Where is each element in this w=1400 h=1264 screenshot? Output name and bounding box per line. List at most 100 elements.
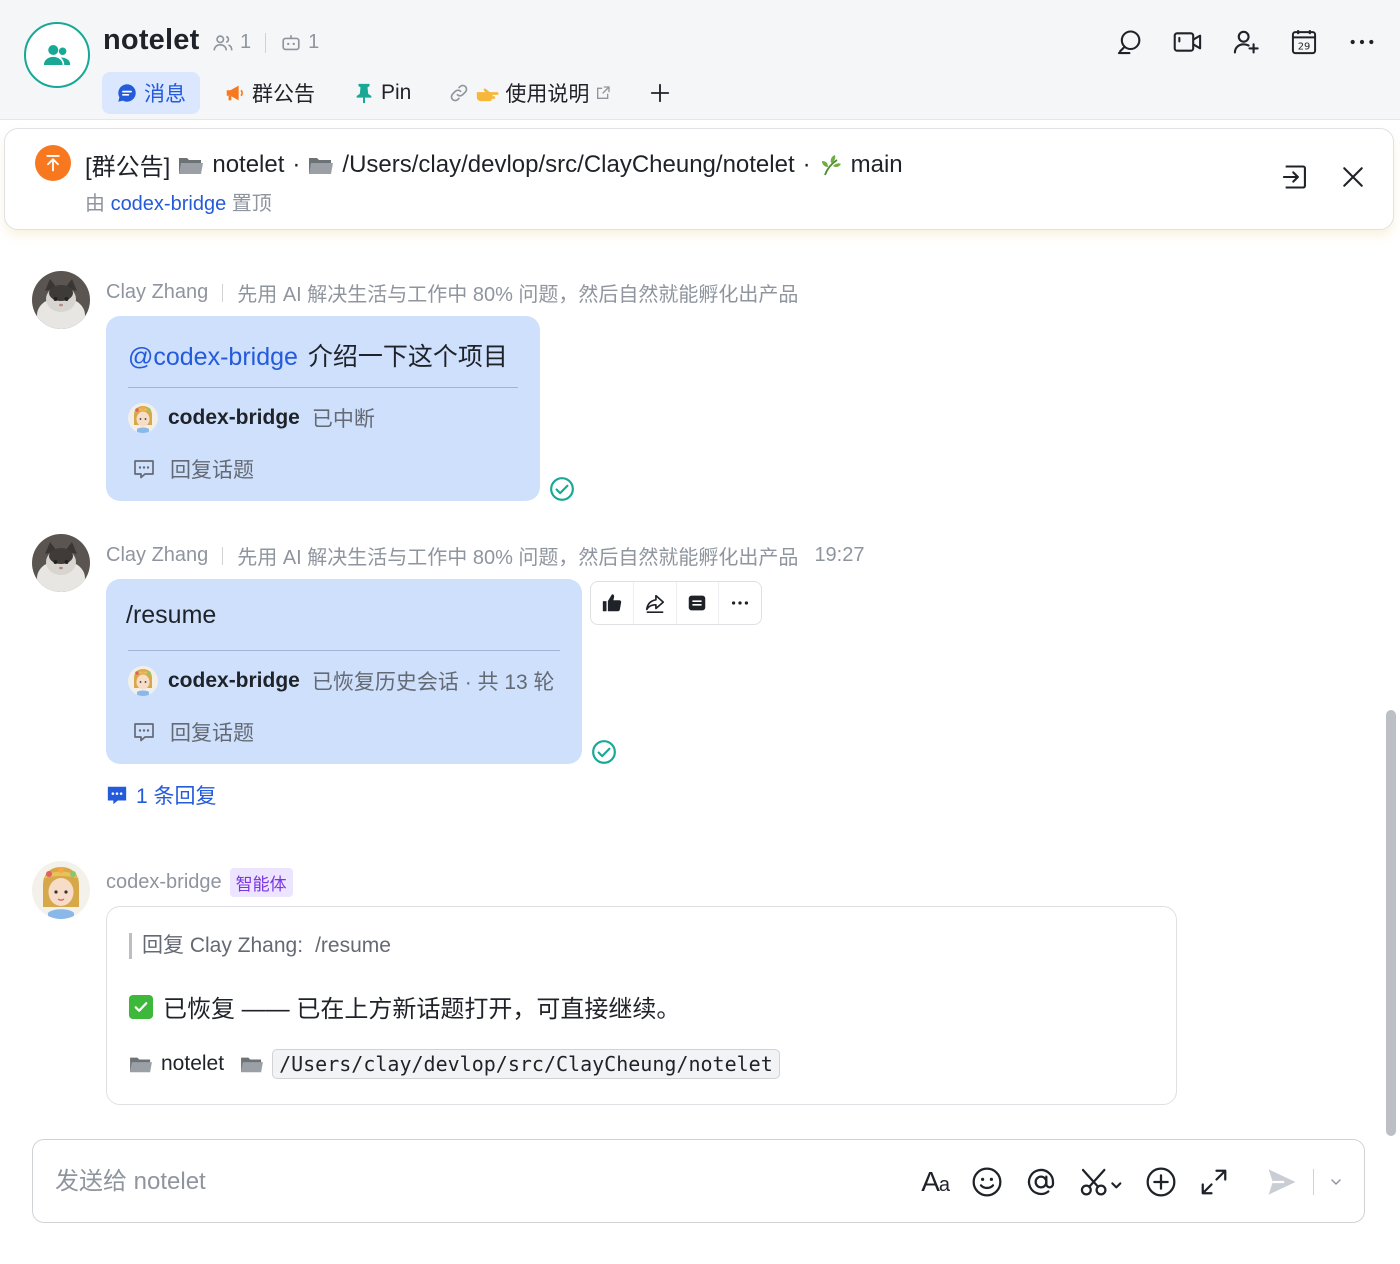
expand-editor-button[interactable] bbox=[1199, 1162, 1229, 1202]
pointing-hand-icon bbox=[477, 88, 499, 102]
tab-messages[interactable]: 消息 bbox=[102, 72, 200, 114]
announcement-project: notelet bbox=[212, 150, 285, 178]
message-bubble[interactable]: @codex-bridge 介绍一下这个项目 codex-bridge 已中断 回… bbox=[106, 316, 540, 501]
thread-replies-link[interactable]: 1 条回复 bbox=[106, 780, 217, 810]
more-actions-button[interactable] bbox=[719, 582, 761, 624]
project-path[interactable]: /Users/clay/devlop/src/ClayCheung/notele… bbox=[272, 1049, 780, 1079]
message-bubble[interactable]: /resume codex-bridge 已恢复历史会话 · 共 13 轮 回复… bbox=[106, 579, 582, 764]
like-button[interactable] bbox=[591, 582, 634, 624]
tab-pin[interactable]: Pin bbox=[339, 72, 425, 114]
scrollbar-thumb[interactable] bbox=[1386, 710, 1396, 1136]
herb-icon bbox=[821, 154, 841, 175]
announcement-path: /Users/clay/devlop/src/ClayCheung/notele… bbox=[342, 150, 795, 178]
read-status[interactable] bbox=[549, 476, 575, 502]
sender-name[interactable]: Clay Zhang bbox=[106, 544, 208, 567]
message-input[interactable] bbox=[55, 1162, 655, 1202]
share-button[interactable] bbox=[634, 582, 677, 624]
announcement-prefix: [群公告] bbox=[85, 154, 171, 181]
screenshot-button[interactable] bbox=[1079, 1162, 1123, 1202]
add-attachment-button[interactable] bbox=[1145, 1162, 1177, 1202]
mention-button[interactable] bbox=[1025, 1162, 1057, 1202]
pinned-announcement[interactable]: [群公告] notelet · /Users/clay/devlop/src/C… bbox=[4, 128, 1394, 230]
message-body: 介绍一下这个项目 bbox=[307, 343, 508, 371]
members-icon bbox=[213, 34, 233, 50]
message-text: @codex-bridge 介绍一下这个项目 bbox=[128, 337, 508, 373]
calendar-icon: 29 bbox=[1291, 30, 1317, 55]
group-avatar[interactable] bbox=[24, 22, 90, 88]
emoji-button[interactable] bbox=[971, 1162, 1003, 1202]
read-status[interactable] bbox=[591, 739, 617, 765]
text-format-icon: Aa bbox=[921, 1166, 950, 1198]
close-announcement-button[interactable] bbox=[1339, 163, 1367, 191]
send-divider bbox=[1313, 1169, 1314, 1195]
thread-icon bbox=[107, 786, 127, 805]
mention-icon bbox=[1027, 1168, 1055, 1196]
send-options-button[interactable] bbox=[1328, 1162, 1344, 1202]
avatar-clay-zhang[interactable] bbox=[32, 271, 90, 329]
avatar-codex-bridge[interactable] bbox=[32, 861, 90, 919]
message-header: Clay Zhang 先用 AI 解决生活与工作中 80% 问题，然后自然就能孵… bbox=[106, 541, 865, 570]
tab-guide[interactable]: 使用说明 bbox=[435, 72, 625, 114]
bot-reply-card[interactable]: 回复 Clay Zhang: /resume 已恢复 —— 已在上方新话题打开，可… bbox=[106, 906, 1177, 1105]
mention-link[interactable]: @codex-bridge bbox=[128, 343, 298, 371]
project-path-line: notelet /Users/clay/devlop/src/ClayCheun… bbox=[129, 1049, 780, 1079]
jump-to-announcement-button[interactable] bbox=[1281, 163, 1309, 191]
message-header: Clay Zhang 先用 AI 解决生活与工作中 80% 问题，然后自然就能孵… bbox=[106, 278, 798, 307]
tab-label: 使用说明 bbox=[505, 83, 590, 106]
link-icon bbox=[451, 84, 468, 102]
sender-name[interactable]: Clay Zhang bbox=[106, 281, 208, 304]
message-composer: Aa bbox=[32, 1139, 1365, 1223]
bot-status-row: codex-bridge 已恢复历史会话 · 共 13 轮 bbox=[128, 666, 555, 696]
bot-avatar[interactable] bbox=[128, 666, 158, 696]
group-title[interactable]: notelet bbox=[103, 24, 199, 57]
cat-avatar-icon bbox=[32, 534, 90, 592]
resume-result-text: 已恢复 —— 已在上方新话题打开，可直接继续。 bbox=[163, 996, 681, 1023]
avatar-clay-zhang[interactable] bbox=[32, 534, 90, 592]
bot-count[interactable]: 1 bbox=[308, 31, 319, 54]
tab-announcement[interactable]: 群公告 bbox=[210, 72, 329, 114]
sender-signature: 先用 AI 解决生活与工作中 80% 问题，然后自然就能孵化出产品 bbox=[237, 284, 799, 306]
quoted-message[interactable]: 回复 Clay Zhang: /resume bbox=[129, 933, 391, 959]
cat-avatar-icon bbox=[32, 271, 90, 329]
video-icon bbox=[1173, 32, 1202, 52]
meta-divider bbox=[265, 32, 267, 53]
pinned-by-user[interactable]: codex-bridge bbox=[111, 193, 227, 215]
more-button[interactable] bbox=[1346, 25, 1378, 59]
pinned-by: 由 codex-bridge 置顶 bbox=[85, 187, 272, 216]
screenshot-icon bbox=[1080, 1168, 1122, 1196]
add-icon bbox=[1146, 1167, 1176, 1197]
send-button[interactable] bbox=[1265, 1162, 1299, 1202]
jump-in-icon bbox=[1282, 165, 1306, 189]
bot-status: 已中断 bbox=[311, 408, 375, 431]
reply-topic-button[interactable]: 回复话题 bbox=[132, 454, 254, 484]
folder-open-icon bbox=[241, 1057, 263, 1073]
pin-to-top-icon bbox=[46, 155, 60, 172]
project-name: notelet bbox=[161, 1052, 225, 1075]
bubble-divider bbox=[128, 650, 560, 651]
header-actions: 29 bbox=[1114, 25, 1378, 59]
member-count[interactable]: 1 bbox=[240, 31, 251, 54]
header-divider bbox=[222, 283, 224, 302]
tab-label: Pin bbox=[381, 81, 412, 104]
announcement-separator: · bbox=[802, 150, 811, 178]
calendar-button[interactable]: 29 bbox=[1288, 25, 1320, 59]
bot-avatar[interactable] bbox=[128, 403, 158, 433]
bot-name[interactable]: codex-bridge bbox=[168, 669, 300, 693]
text-format-button[interactable]: Aa bbox=[921, 1162, 950, 1202]
sender-name[interactable]: codex-bridge bbox=[106, 871, 222, 894]
quote-icon bbox=[689, 595, 706, 611]
add-member-button[interactable] bbox=[1230, 25, 1262, 59]
check-mark-icon bbox=[129, 994, 153, 1019]
message-header: codex-bridge 智能体 bbox=[106, 868, 293, 897]
more-icon bbox=[732, 601, 749, 605]
video-call-button[interactable] bbox=[1172, 25, 1204, 59]
external-link-icon bbox=[597, 86, 611, 99]
message-icon bbox=[118, 84, 136, 102]
add-tab-button[interactable] bbox=[635, 82, 685, 104]
reply-topic-label: 回复话题 bbox=[170, 459, 254, 482]
announcement-text: [群公告] notelet · /Users/clay/devlop/src/C… bbox=[85, 147, 903, 182]
search-button[interactable] bbox=[1114, 25, 1146, 59]
bot-name[interactable]: codex-bridge bbox=[168, 406, 300, 430]
reply-topic-button[interactable]: 回复话题 bbox=[132, 717, 254, 747]
quote-reply-button[interactable] bbox=[677, 582, 720, 624]
